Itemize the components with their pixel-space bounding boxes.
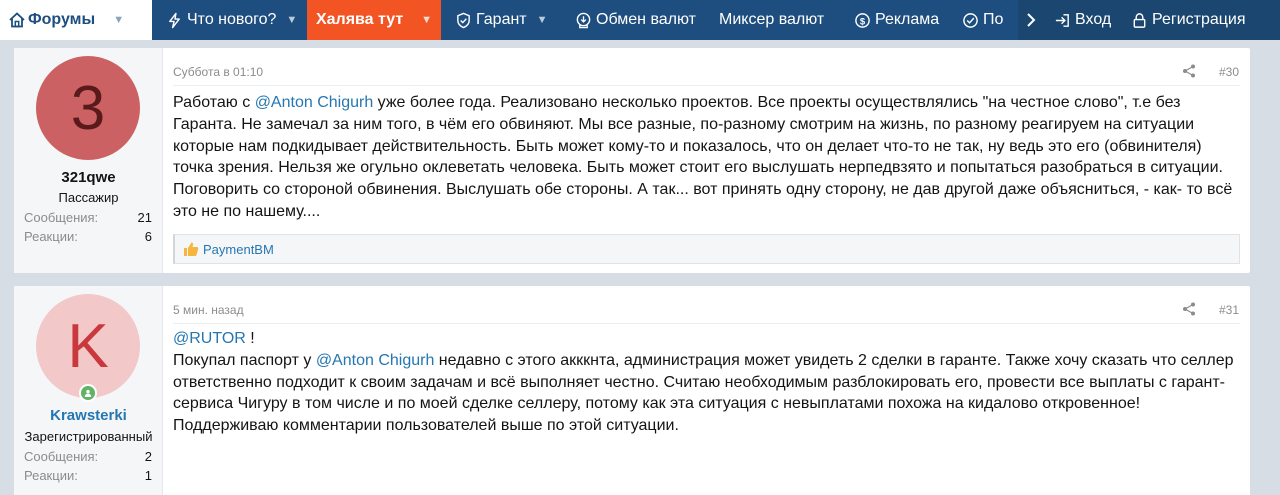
- post-message: Работаю с @Anton Chigurh уже более года.…: [173, 92, 1243, 223]
- reactions-label: Реакции:: [24, 468, 78, 483]
- tab-forums[interactable]: Форумы ▼: [0, 0, 152, 40]
- tab-guarantee[interactable]: Гарант ▼: [441, 0, 561, 40]
- exchange-icon: [575, 11, 592, 29]
- dollar-icon: $: [854, 11, 871, 29]
- reactions-label: Реакции:: [24, 229, 78, 244]
- reactions-stat: Реакции: 6: [24, 229, 152, 244]
- chevron-down-icon[interactable]: ▼: [113, 14, 124, 26]
- post-31: K Krawsterki Зарегистрированный Сообщени…: [13, 285, 1251, 495]
- post-body: Суббота в 01:10 #30 Работаю с @Anton Chi…: [163, 48, 1250, 273]
- svg-text:$: $: [860, 16, 866, 27]
- post-number[interactable]: #31: [1219, 303, 1239, 317]
- username[interactable]: 321qwe: [14, 169, 163, 186]
- home-icon: [8, 11, 26, 34]
- avatar[interactable]: K: [36, 294, 140, 398]
- share-icon[interactable]: [1182, 302, 1196, 316]
- login-link[interactable]: Вход: [1044, 0, 1118, 40]
- tab-truncated-label: По: [983, 11, 1004, 28]
- register-label: Регистрация: [1152, 11, 1246, 28]
- tab-freebie[interactable]: Халява тут ▼: [307, 0, 441, 40]
- messages-stat: Сообщения: 2: [24, 449, 152, 464]
- check-circle-icon: [962, 11, 979, 29]
- tab-freebie-label: Халява тут: [315, 11, 404, 28]
- lock-icon: [1130, 11, 1148, 29]
- tab-whats-new-label: Что нового?: [187, 11, 277, 28]
- chevron-down-icon[interactable]: ▼: [537, 14, 548, 26]
- like-icon: [184, 242, 199, 256]
- avatar[interactable]: 3: [36, 56, 140, 160]
- post-user-panel: K Krawsterki Зарегистрированный Сообщени…: [14, 286, 163, 495]
- reactions-count: 6: [144, 229, 152, 244]
- tab-ads[interactable]: $ Реклама: [840, 0, 952, 40]
- post-number[interactable]: #30: [1219, 65, 1239, 79]
- messages-label: Сообщения:: [24, 210, 99, 225]
- post-30: 3 321qwe Пассажир Сообщения: 21 Реакции:…: [13, 47, 1251, 274]
- tab-whats-new[interactable]: Что нового? ▼: [152, 0, 307, 40]
- online-status-icon: [79, 384, 97, 402]
- sign-in-icon: [1054, 11, 1071, 29]
- register-link[interactable]: Регистрация: [1118, 0, 1280, 40]
- user-title: Зарегистрированный: [24, 429, 153, 444]
- tab-mixer[interactable]: Миксер валют: [704, 0, 840, 40]
- user-title: Пассажир: [58, 190, 119, 205]
- nav-scroll-right-button[interactable]: [1018, 0, 1044, 40]
- user-mention[interactable]: @RUTOR: [173, 330, 246, 347]
- text-segment: Покупал паспорт у: [173, 351, 316, 369]
- chevron-right-icon: [1027, 13, 1036, 27]
- tab-forums-label: Форумы: [28, 11, 96, 28]
- text-segment: !: [245, 330, 255, 347]
- tab-mixer-label: Миксер валют: [719, 11, 825, 28]
- messages-count: 21: [137, 210, 152, 225]
- tab-exchange-label: Обмен валют: [596, 11, 696, 28]
- messages-stat: Сообщения: 21: [24, 210, 152, 225]
- bolt-icon: [166, 11, 183, 29]
- login-label: Вход: [1075, 11, 1112, 28]
- avatar-letter: K: [67, 311, 109, 381]
- share-icon[interactable]: [1182, 64, 1196, 78]
- tab-exchange[interactable]: Обмен валют: [561, 0, 704, 40]
- chevron-down-icon[interactable]: ▼: [421, 14, 432, 26]
- post-user-panel: 3 321qwe Пассажир Сообщения: 21 Реакции:…: [14, 48, 163, 273]
- text-segment: уже более года. Реализовано несколько пр…: [173, 94, 1233, 220]
- post-date[interactable]: 5 мин. назад: [173, 303, 244, 317]
- post-message: @RUTOR ! Покупал паспорт у @Anton Chigur…: [173, 328, 1243, 437]
- post-header-divider: [173, 85, 1240, 86]
- username[interactable]: Krawsterki: [14, 407, 163, 424]
- tab-guarantee-label: Гарант: [476, 11, 527, 28]
- text-segment: Работаю с: [173, 94, 255, 111]
- chevron-down-icon[interactable]: ▼: [286, 14, 297, 26]
- reactions-count: 1: [144, 468, 152, 483]
- shield-check-icon: [455, 11, 472, 29]
- reaction-user-link[interactable]: PaymentBM: [203, 242, 274, 257]
- avatar-letter: 3: [70, 73, 106, 143]
- reactions-bar: PaymentBM: [173, 234, 1240, 264]
- user-mention[interactable]: @Anton Chigurh: [255, 94, 374, 111]
- account-nav: Вход Регистрация: [1044, 0, 1280, 40]
- tab-truncated[interactable]: По: [952, 0, 1012, 40]
- message-paragraph: Покупал паспорт у @Anton Chigurh недавно…: [173, 350, 1243, 437]
- reactions-stat: Реакции: 1: [24, 468, 152, 483]
- post-header-divider: [173, 323, 1240, 324]
- user-mention[interactable]: @Anton Chigurh: [316, 352, 435, 369]
- messages-label: Сообщения:: [24, 449, 99, 464]
- message-line: @RUTOR !: [173, 328, 1243, 350]
- tab-ads-label: Реклама: [875, 11, 940, 28]
- post-body: 5 мин. назад #31 @RUTOR ! Покупал паспор…: [163, 286, 1250, 495]
- messages-count: 2: [144, 449, 152, 464]
- post-date[interactable]: Суббота в 01:10: [173, 65, 263, 79]
